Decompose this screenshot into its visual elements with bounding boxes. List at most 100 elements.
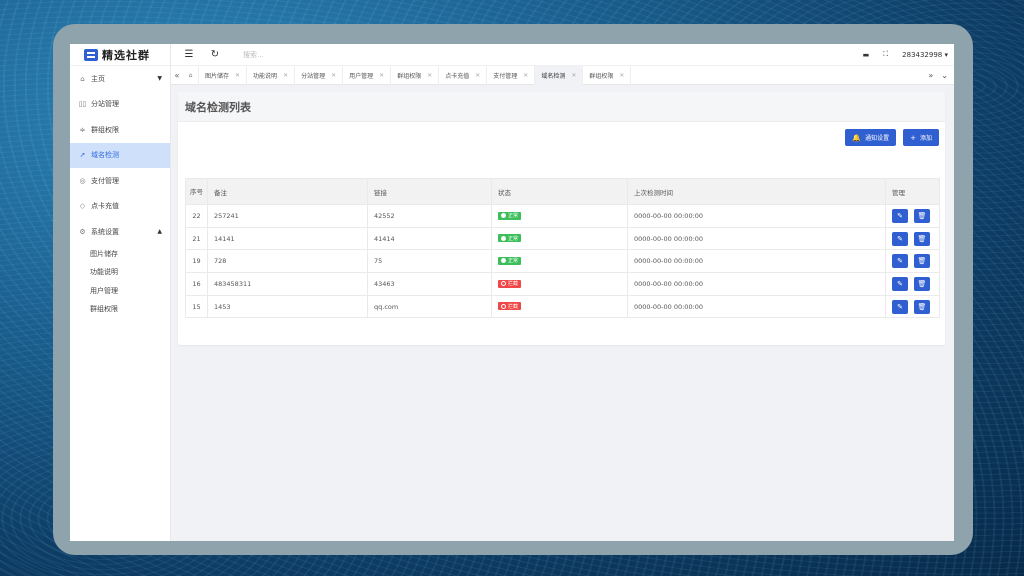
cell-id: 22 (185, 204, 208, 228)
tabs-scroll-right-icon[interactable]: » (928, 71, 933, 80)
close-icon[interactable]: ✕ (571, 72, 576, 79)
bell-icon: 🔔 (852, 133, 862, 142)
status-text: 正常 (508, 258, 519, 265)
edit-button[interactable]: ✎ (892, 254, 908, 269)
close-icon[interactable]: ✕ (331, 72, 336, 79)
sidebar: 精选社群 ⌂ 主页 ▼ ▯▯ 分站管理 ≑ 群组权限 ➚ 域名检测 ◎ 支付管理… (70, 44, 171, 541)
home-icon: ⌂ (188, 71, 193, 79)
sidebar-subitem-image-storage[interactable]: 图片储存 (70, 245, 170, 264)
tab-group-permissions[interactable]: 群组权限 ✕ (391, 65, 440, 85)
cell-link: qq.com (367, 294, 492, 319)
header-last-check: 上次检测时间 (627, 178, 886, 205)
close-icon[interactable]: ✕ (379, 72, 384, 79)
tabs-scroll-left-icon[interactable]: « (171, 71, 183, 80)
sidebar-item-label: 群组权限 (91, 125, 119, 134)
tab-group-permissions-2[interactable]: 群组权限 ✕ (583, 65, 632, 85)
sidebar-item-domain-check[interactable]: ➚ 域名检测 (70, 142, 170, 168)
status-text: 拦截 (508, 281, 519, 288)
tab-user-management[interactable]: 用户管理 ✕ (343, 65, 392, 85)
brand-name: 精选社群 (102, 48, 150, 62)
cell-manage: ✎ 🗑 (885, 249, 940, 274)
chevron-down-icon[interactable]: ⌄ (941, 71, 948, 80)
message-icon[interactable]: ▬ (863, 51, 870, 59)
header-status: 状态 (491, 178, 628, 205)
table-row: 19 728 75 正常 0000-00-00 00:00:00 ✎ 🗑 (185, 249, 940, 274)
tab-image-storage[interactable]: 图片储存 ✕ (199, 65, 248, 85)
tab-label: 图片储存 (205, 72, 230, 80)
tabs-right: » ⌄ (928, 71, 954, 80)
cell-time: 0000-00-00 00:00:00 (627, 272, 886, 296)
delete-button[interactable]: 🗑 (914, 299, 930, 314)
cell-manage: ✎ 🗑 (885, 226, 940, 251)
logo: 精选社群 (70, 44, 170, 66)
caret-up-icon[interactable]: ▲ (157, 228, 162, 235)
tab-card-recharge[interactable]: 点卡充值 ✕ (439, 65, 488, 85)
grid-icon: ▯▯ (78, 100, 87, 109)
add-button[interactable]: + 添加 (903, 129, 939, 146)
menu-toggle-icon[interactable]: ☰ (181, 49, 197, 60)
tab-label: 支付管理 (493, 72, 518, 80)
edit-button[interactable]: ✎ (892, 276, 908, 291)
refresh-icon[interactable]: ↻ (207, 49, 223, 60)
edit-button[interactable]: ✎ (892, 299, 908, 314)
close-icon[interactable]: ✕ (427, 72, 432, 79)
cell-time: 0000-00-00 00:00:00 (627, 294, 886, 319)
sidebar-subitem-user-management[interactable]: 用户管理 (70, 282, 170, 301)
cell-id: 15 (185, 294, 208, 319)
sliders-icon: ≑ (79, 125, 86, 134)
edit-button[interactable]: ✎ (892, 208, 908, 223)
close-icon[interactable]: ✕ (283, 72, 288, 79)
close-icon[interactable]: ✕ (619, 72, 624, 79)
user-menu[interactable]: 283432998 ▾ (902, 51, 948, 59)
delete-button[interactable]: 🗑 (914, 276, 930, 291)
fullscreen-icon[interactable]: ⛶ (883, 50, 888, 59)
sidebar-item-home[interactable]: ⌂ 主页 ▼ (70, 66, 170, 92)
sidebar-subitem-group-permissions[interactable]: 群组权限 (70, 300, 170, 319)
tab-home[interactable]: ⌂ (183, 65, 199, 85)
tab-bar: « ⌂ 图片储存 ✕ 功能说明 ✕ 分站管理 ✕ 用户管理 ✕ 群组权限 ✕ 点卡充值 ✕ … (171, 65, 954, 85)
cell-time: 0000-00-00 00:00:00 (627, 249, 886, 274)
close-icon[interactable]: ✕ (235, 72, 240, 79)
edit-button[interactable]: ✎ (892, 231, 908, 246)
page-header: 域名检测列表 (178, 92, 945, 122)
search-input[interactable]: 搜索... (243, 50, 264, 60)
tab-feature-docs[interactable]: 功能说明 ✕ (247, 65, 296, 85)
sidebar-item-substations[interactable]: ▯▯ 分站管理 (70, 92, 170, 118)
delete-button[interactable]: 🗑 (914, 231, 930, 246)
header-link: 链接 (367, 178, 492, 205)
sidebar-item-card-recharge[interactable]: ◇ 点卡充值 (70, 194, 170, 220)
sidebar-item-label: 系统设置 (91, 227, 119, 236)
cell-id: 19 (185, 249, 208, 274)
cell-status: 拦截 (491, 294, 628, 319)
close-icon[interactable]: ✕ (523, 72, 528, 79)
tab-label: 域名检测 (541, 72, 566, 80)
cell-note: 257241 (207, 204, 368, 228)
cell-link: 75 (367, 249, 492, 274)
status-text: 拦截 (508, 303, 519, 310)
table-row: 16 483458311 43463 拦截 0000-00-00 00:00:0… (185, 272, 940, 296)
sidebar-subitem-feature-docs[interactable]: 功能说明 (70, 263, 170, 282)
tab-domain-check[interactable]: 域名检测 ✕ (535, 65, 584, 85)
sidebar-item-payment[interactable]: ◎ 支付管理 (70, 168, 170, 194)
sidebar-item-label: 域名检测 (91, 151, 119, 160)
cell-status: 拦截 (491, 272, 628, 296)
tab-label: 分站管理 (301, 72, 326, 80)
sidebar-item-group-permissions[interactable]: ≑ 群组权限 (70, 117, 170, 143)
cell-id: 16 (185, 272, 208, 296)
cell-time: 0000-00-00 00:00:00 (627, 204, 886, 228)
close-icon[interactable]: ✕ (475, 72, 480, 79)
tab-substations[interactable]: 分站管理 ✕ (295, 65, 344, 85)
tab-payment[interactable]: 支付管理 ✕ (487, 65, 536, 85)
check-icon (501, 258, 506, 264)
sidebar-item-system-settings[interactable]: ⚙ 系统设置 ▲ (70, 219, 170, 245)
sidebar-item-label: 主页 (91, 74, 105, 83)
delete-button[interactable]: 🗑 (914, 208, 930, 223)
delete-button[interactable]: 🗑 (914, 254, 930, 269)
cell-manage: ✎ 🗑 (885, 204, 940, 228)
cell-manage: ✎ 🗑 (885, 272, 940, 296)
home-icon: ⌂ (80, 74, 85, 83)
plus-icon: + (910, 133, 916, 142)
caret-down-icon[interactable]: ▼ (157, 75, 162, 82)
gear-icon: ⚙ (79, 227, 86, 236)
notify-settings-button[interactable]: 🔔 通知设置 (845, 129, 897, 146)
